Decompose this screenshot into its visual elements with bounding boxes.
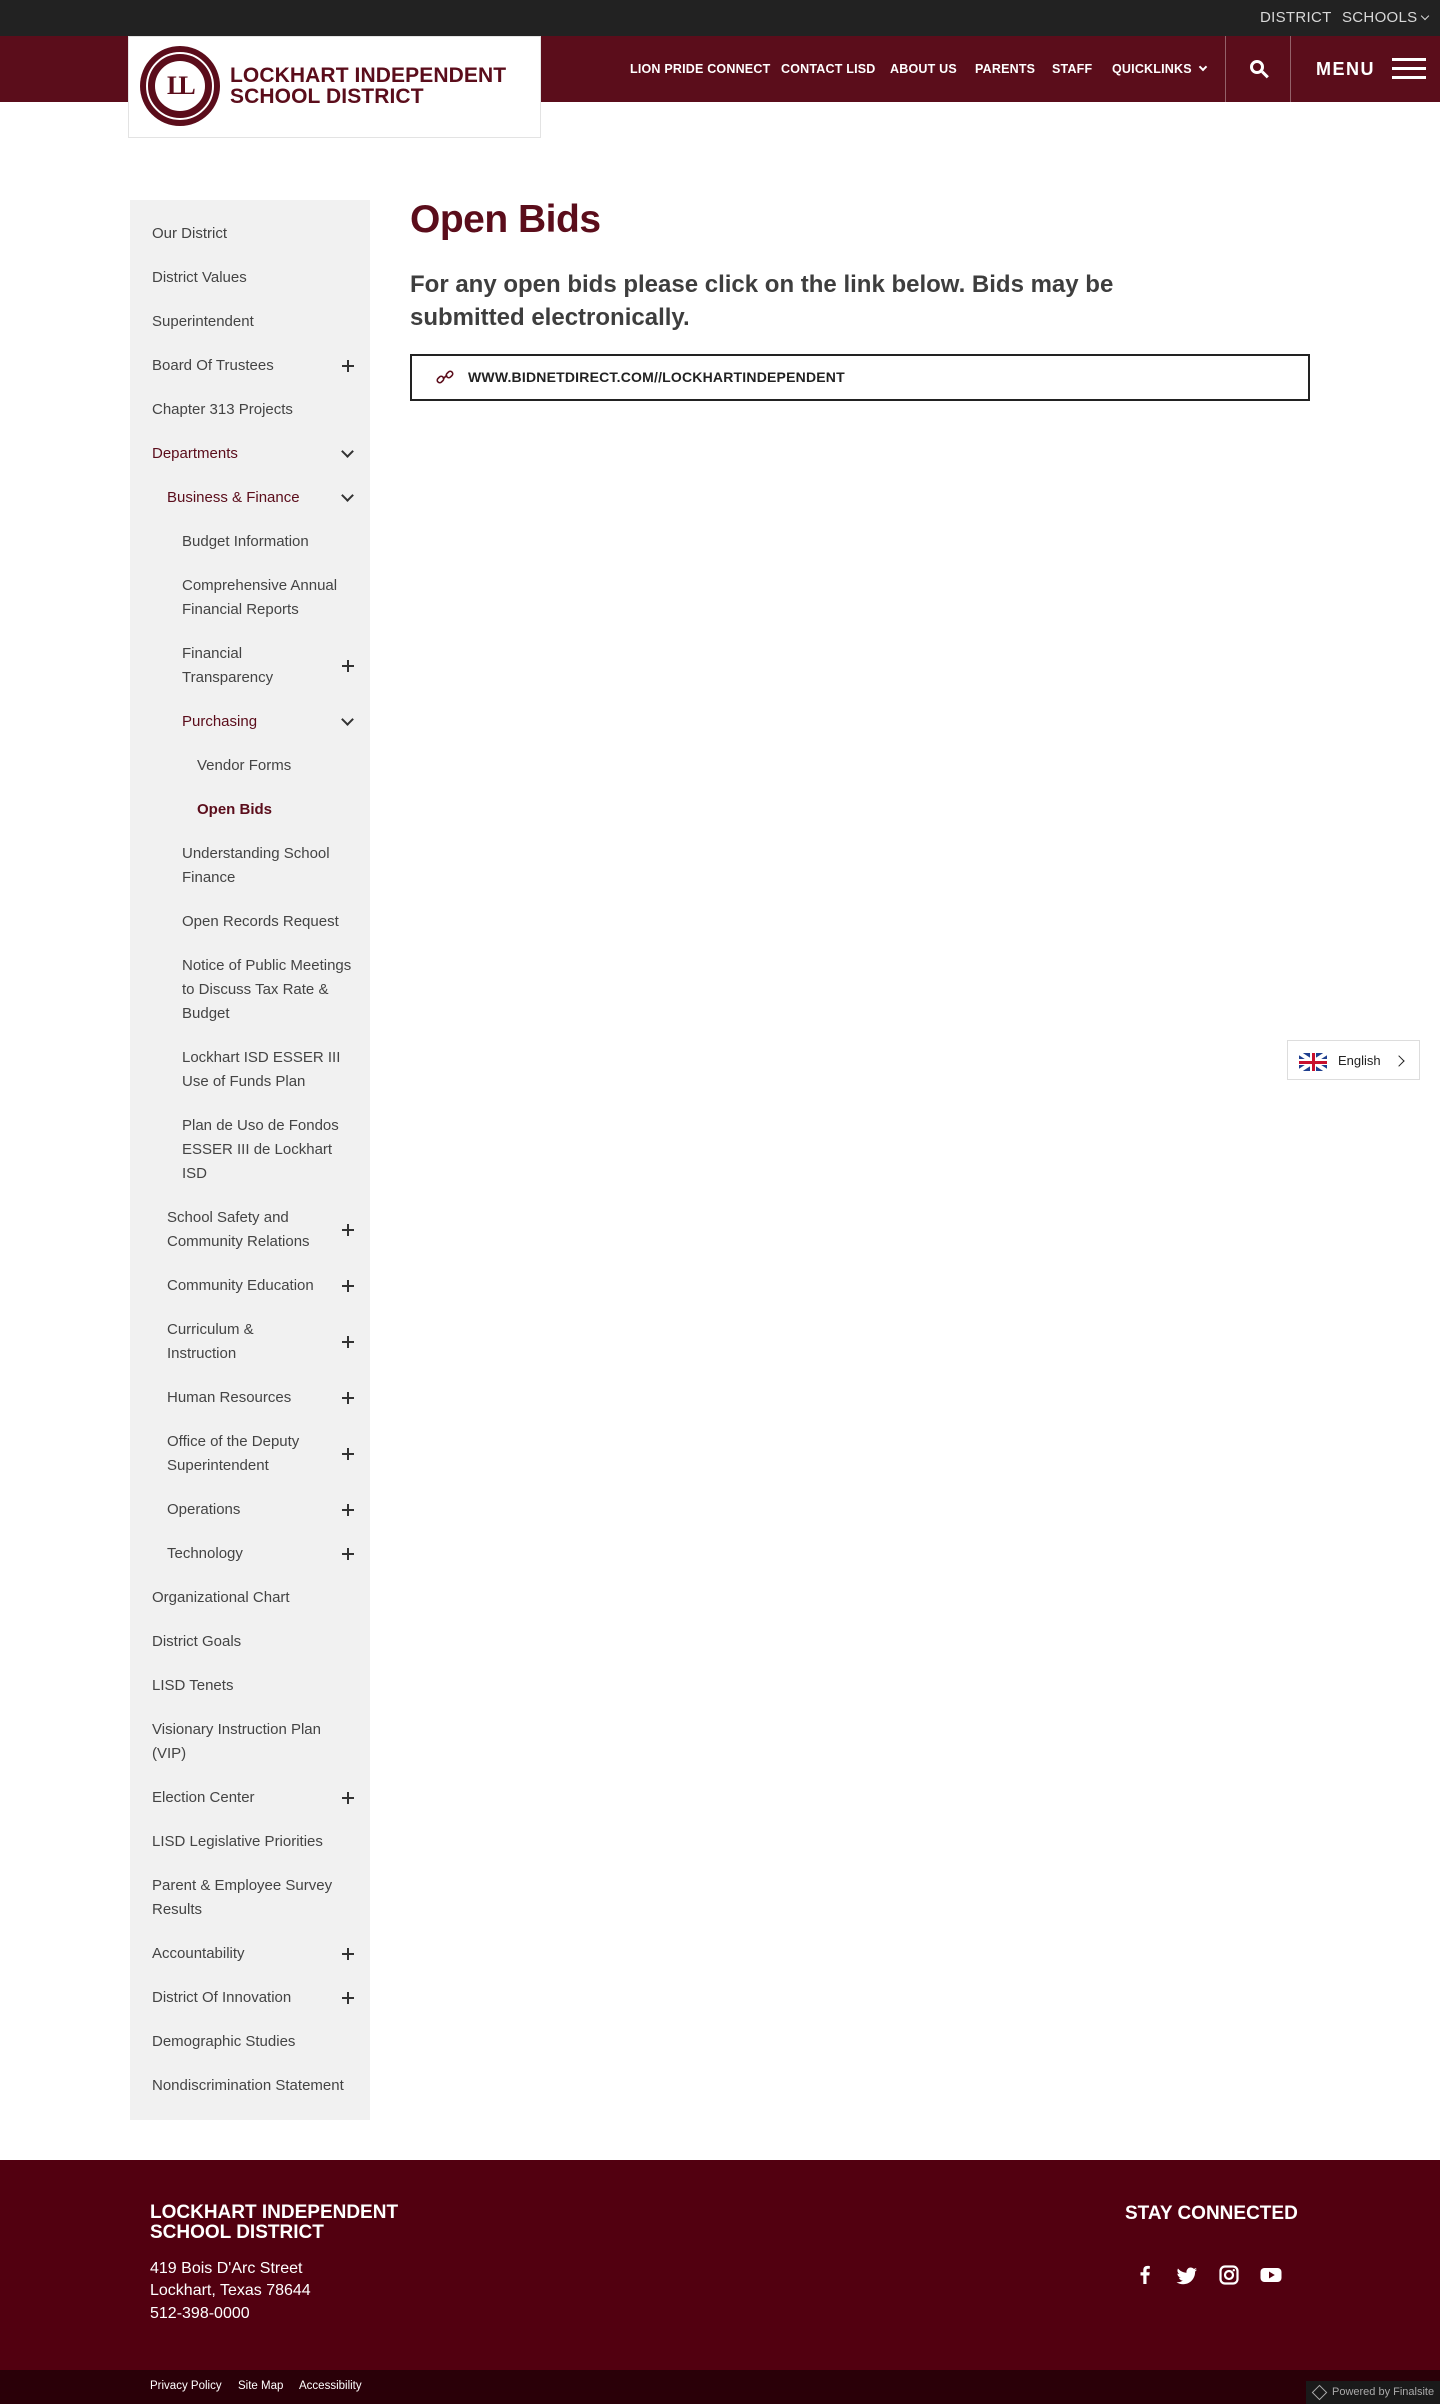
expand-plus-icon[interactable] xyxy=(342,1548,354,1560)
expand-plus-icon[interactable] xyxy=(342,1504,354,1516)
search-button[interactable] xyxy=(1226,36,1290,102)
expand-plus-icon[interactable] xyxy=(342,360,354,372)
expand-plus-icon[interactable] xyxy=(342,1224,354,1236)
accessibility-link[interactable]: Accessibility xyxy=(299,2370,362,2402)
powered-by-finalsite-link[interactable]: Powered by Finalsite xyxy=(1306,2381,1440,2404)
logo-link[interactable]: LL LOCKHART INDEPENDENT SCHOOL DISTRICT xyxy=(128,36,541,138)
utility-district-link[interactable]: DISTRICT xyxy=(1260,0,1332,36)
nav-parents[interactable]: PARENTS xyxy=(975,36,1035,102)
footer-district-name: LOCKHART INDEPENDENT SCHOOL DISTRICT xyxy=(150,2202,399,2243)
instagram-icon[interactable] xyxy=(1214,2260,1244,2290)
expand-plus-icon[interactable] xyxy=(342,1280,354,1292)
expand-plus-icon[interactable] xyxy=(342,1392,354,1404)
youtube-icon[interactable] xyxy=(1256,2260,1286,2290)
language-selector[interactable]: English xyxy=(1287,1040,1420,1080)
site-map-link[interactable]: Site Map xyxy=(238,2370,283,2402)
facebook-icon[interactable] xyxy=(1130,2260,1160,2290)
district-name: LOCKHART INDEPENDENT SCHOOL DISTRICT xyxy=(230,64,507,108)
quicklinks-label: QUICKLINKS xyxy=(1112,62,1192,76)
expand-plus-icon[interactable] xyxy=(342,660,354,672)
sidebar-nav: Our District District Values Superintend… xyxy=(130,200,370,2120)
schools-label: SCHOOLS xyxy=(1342,9,1418,26)
footer-bottom-bar: Privacy Policy Site Map Accessibility xyxy=(0,2370,1440,2404)
expand-plus-icon[interactable] xyxy=(342,1792,354,1804)
chevron-down-icon xyxy=(1421,11,1430,21)
nav-lion-pride-connect[interactable]: LION PRIDE CONNECT xyxy=(630,36,770,102)
nav-contact-lisd[interactable]: CONTACT LISD xyxy=(781,36,876,102)
expand-plus-icon[interactable] xyxy=(342,1948,354,1960)
footer-address-line1: 419 Bois D'Arc Street xyxy=(150,2260,303,2277)
nav-staff[interactable]: STAFF xyxy=(1052,36,1092,102)
menu-button[interactable]: MENU xyxy=(1292,36,1440,102)
hamburger-icon xyxy=(1392,58,1426,80)
bidnet-link-label: WWW.BIDNETDIRECT.COM//LOCKHARTINDEPENDEN… xyxy=(468,369,845,385)
footer-address-line2: Lockhart, Texas 78644 xyxy=(150,2282,311,2299)
stay-connected-heading: STAY CONNECTED xyxy=(1125,2203,1298,2224)
menu-label: MENU xyxy=(1316,59,1375,79)
chevron-down-icon xyxy=(1198,62,1208,72)
expand-plus-icon[interactable] xyxy=(342,1336,354,1348)
bidnet-link-button[interactable]: WWW.BIDNETDIRECT.COM//LOCKHARTINDEPENDEN… xyxy=(410,354,1310,401)
privacy-policy-link[interactable]: Privacy Policy xyxy=(150,2370,222,2402)
utility-schools-dropdown[interactable]: SCHOOLS xyxy=(1342,0,1430,36)
page-title: Open Bids xyxy=(410,198,601,241)
finalsite-logo-icon xyxy=(1311,2384,1328,2401)
district-seal-logo: LL xyxy=(140,46,220,126)
expand-plus-icon[interactable] xyxy=(342,1992,354,2004)
chevron-down-icon[interactable] xyxy=(341,445,354,458)
nav-about-us[interactable]: ABOUT US xyxy=(890,36,957,102)
footer: LOCKHART INDEPENDENT SCHOOL DISTRICT 419… xyxy=(0,2160,1440,2370)
language-label: English xyxy=(1338,1053,1381,1068)
link-icon xyxy=(436,370,454,384)
expand-plus-icon[interactable] xyxy=(342,1448,354,1460)
chevron-down-icon[interactable] xyxy=(341,713,354,726)
chevron-right-icon xyxy=(1393,1055,1405,1067)
intro-text: For any open bids please click on the li… xyxy=(410,271,1114,331)
nav-divider xyxy=(1290,36,1291,102)
chevron-down-icon[interactable] xyxy=(341,489,354,502)
powered-label: Powered by Finalsite xyxy=(1332,2386,1435,2398)
uk-flag-icon xyxy=(1299,1053,1327,1071)
twitter-icon[interactable] xyxy=(1172,2260,1202,2290)
utility-bar xyxy=(0,0,1440,36)
nav-quicklinks-dropdown[interactable]: QUICKLINKS xyxy=(1112,36,1208,102)
footer-phone[interactable]: 512-398-0000 xyxy=(150,2305,250,2323)
